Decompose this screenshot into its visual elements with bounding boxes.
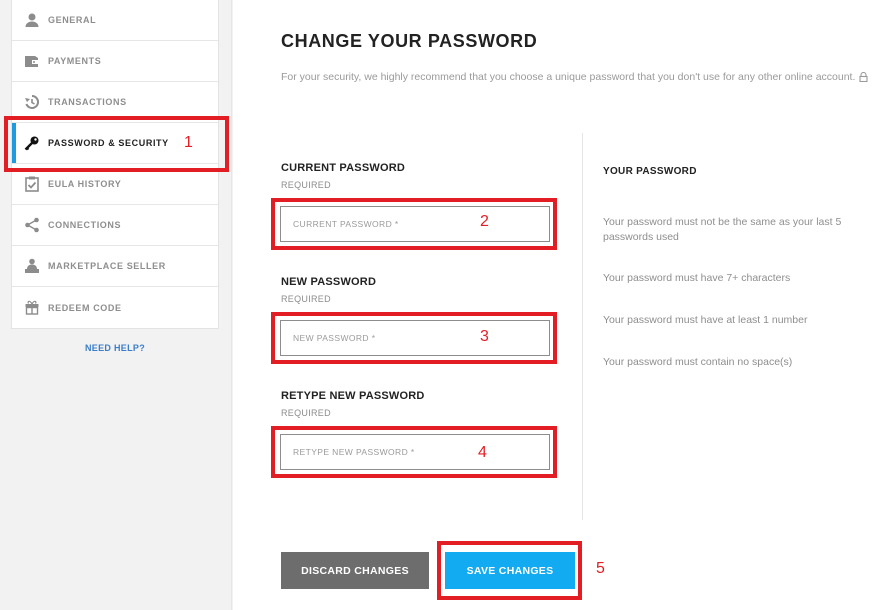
- sidebar-item-label: Transactions: [48, 97, 127, 107]
- annotation-label-5: 5: [596, 560, 605, 577]
- page-title: CHANGE YOUR PASSWORD: [281, 31, 538, 51]
- annotation-label-1: 1: [184, 134, 193, 151]
- gift-icon: [25, 300, 39, 315]
- sidebar-item-label: Marketplace Seller: [48, 261, 166, 271]
- sidebar-item-label: Payments: [48, 56, 102, 66]
- sidebar-item-label: Password & Security: [48, 138, 169, 148]
- new-password-required: REQUIRED: [281, 294, 331, 304]
- lock-icon: [859, 72, 868, 82]
- password-rule: Your password must not be the same as yo…: [603, 216, 842, 243]
- settings-nav: General Payments Transactions Password &…: [11, 0, 219, 329]
- new-password-label: NEW PASSWORD: [281, 276, 377, 288]
- discard-changes-button[interactable]: DISCARD CHANGES: [281, 552, 429, 589]
- save-changes-button[interactable]: SAVE CHANGES: [445, 552, 575, 589]
- sidebar-item-label: EULA History: [48, 179, 122, 189]
- annotation-label-4: 4: [478, 444, 487, 461]
- sidebar-item-general[interactable]: General: [12, 0, 218, 41]
- annotation-label-2: 2: [480, 213, 489, 230]
- sidebar-item-transactions[interactable]: Transactions: [12, 82, 218, 123]
- password-rule: Your password must contain no space(s): [603, 356, 793, 368]
- password-rule: Your password must have 7+ characters: [603, 272, 791, 284]
- history-icon: [25, 94, 40, 109]
- retype-password-required: REQUIRED: [281, 408, 331, 418]
- current-password-label: CURRENT PASSWORD: [281, 162, 405, 174]
- clipboard-check-icon: [25, 176, 39, 192]
- password-rule: Your password must have at least 1 numbe…: [603, 314, 808, 326]
- sidebar-item-redeem-code[interactable]: Redeem Code: [12, 287, 218, 328]
- key-icon: [24, 136, 39, 151]
- wallet-icon: [25, 56, 38, 67]
- retype-password-label: RETYPE NEW PASSWORD: [281, 390, 425, 402]
- description-text: For your security, we highly recommend t…: [281, 71, 856, 83]
- sidebar-item-eula-history[interactable]: EULA History: [12, 164, 218, 205]
- sidebar-item-connections[interactable]: Connections: [12, 205, 218, 246]
- sidebar-item-payments[interactable]: Payments: [12, 41, 218, 82]
- page-description: For your security, we highly recommend t…: [281, 70, 871, 85]
- sidebar-item-label: Connections: [48, 220, 122, 230]
- password-rules-title: YOUR PASSWORD: [603, 166, 697, 177]
- retype-password-input[interactable]: [280, 434, 550, 470]
- sidebar-item-label: General: [48, 15, 97, 25]
- current-password-input[interactable]: [280, 206, 550, 242]
- main-panel: CHANGE YOUR PASSWORD For your security, …: [233, 0, 881, 610]
- sidebar-item-label: Redeem Code: [48, 302, 122, 313]
- new-password-input[interactable]: [280, 320, 550, 356]
- user-icon: [25, 13, 39, 27]
- need-help-link[interactable]: NEED HELP?: [11, 343, 219, 353]
- current-password-required: REQUIRED: [281, 180, 331, 190]
- seller-icon: [25, 258, 39, 273]
- sidebar: General Payments Transactions Password &…: [0, 0, 232, 610]
- share-icon: [25, 217, 39, 233]
- column-divider: [582, 133, 583, 520]
- annotation-label-3: 3: [480, 328, 489, 345]
- sidebar-item-marketplace-seller[interactable]: Marketplace Seller: [12, 246, 218, 287]
